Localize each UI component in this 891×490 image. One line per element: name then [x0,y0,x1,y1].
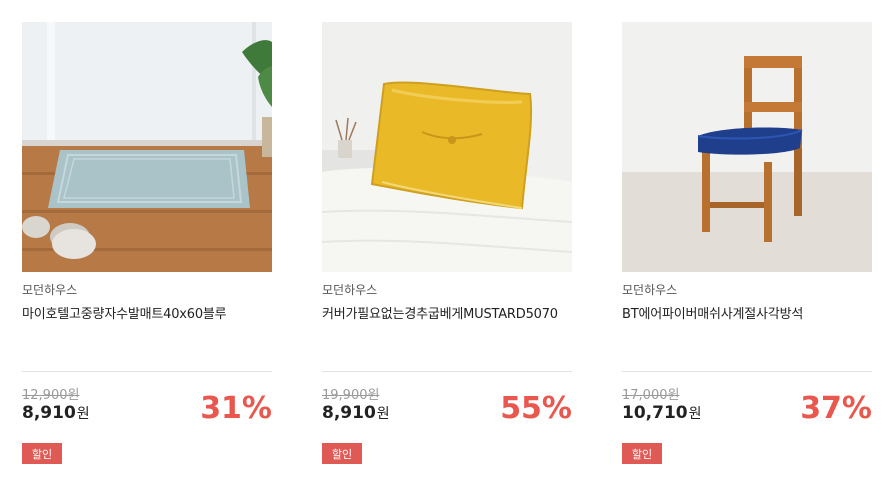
brand-name: 모던하우스 [322,283,378,297]
currency-unit: 원 [76,406,90,422]
currency-unit: 원 [376,406,390,422]
product-card[interactable]: 모던하우스 BT에어파이버매쉬사계절사각방석 17,000원 10,710원 3… [622,22,872,464]
brand-name: 모던하우스 [622,283,678,297]
discount-badge: 할인 [322,443,362,464]
product-name[interactable]: 커버가필요없는경추굽베게MUSTARD5070 [322,303,558,322]
divider [622,371,872,372]
currency-unit: 원 [688,406,702,422]
original-price: 17,000원 [622,388,680,403]
product-name[interactable]: 마이호텔고중량자수발매트40x60블루 [22,303,227,322]
sale-price-value: 10,710 [622,403,688,423]
product-image-link[interactable] [622,22,872,272]
discount-rate: 55% [500,391,572,426]
product-card[interactable]: 모던하우스 마이호텔고중량자수발매트40x60블루 12,900원 8,910원… [22,22,272,464]
discount-rate: 37% [800,391,872,426]
brand-name: 모던하우스 [22,283,78,297]
mustard-pillow-image [322,22,572,272]
sale-price: 8,910원 [322,403,390,423]
product-name[interactable]: BT에어파이버매쉬사계절사각방석 [622,303,803,322]
discount-badge: 할인 [22,443,62,464]
divider [322,371,572,372]
discount-badge: 할인 [622,443,662,464]
product-image-link[interactable] [322,22,572,272]
product-image-link[interactable] [22,22,272,272]
sale-price: 10,710원 [622,403,702,423]
chair-cushion-image [622,22,872,272]
divider [22,371,272,372]
sale-price-value: 8,910 [22,403,76,423]
discount-rate: 31% [200,391,272,426]
original-price: 19,900원 [322,388,380,403]
bath-mat-image [22,22,272,272]
original-price: 12,900원 [22,388,80,403]
sale-price: 8,910원 [22,403,90,423]
product-card[interactable]: 모던하우스 커버가필요없는경추굽베게MUSTARD5070 19,900원 8,… [322,22,572,464]
sale-price-value: 8,910 [322,403,376,423]
